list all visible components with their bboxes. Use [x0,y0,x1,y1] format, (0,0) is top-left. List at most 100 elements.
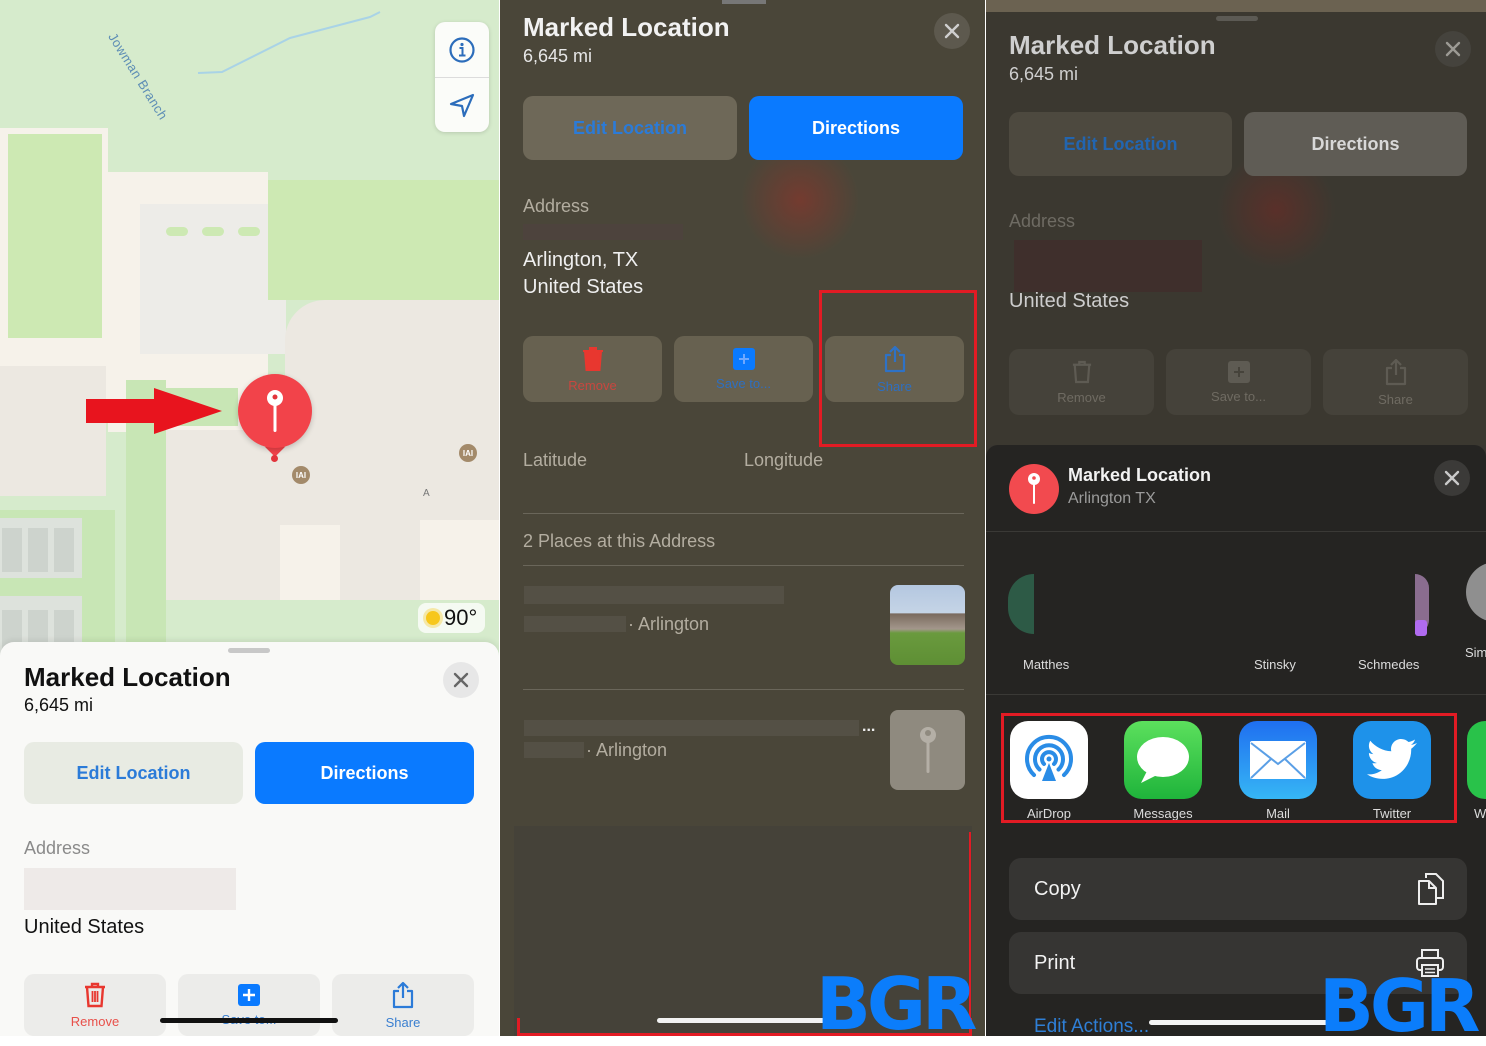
share-button[interactable]: Share [332,974,474,1036]
close-button[interactable] [1435,31,1471,67]
close-icon [453,672,469,688]
share-title: Marked Location [1068,465,1212,485]
pin-location-dot [271,455,278,462]
place-thumbnail [890,585,965,665]
more-ellipsis: ... [862,718,876,735]
plus-square-icon [1227,360,1250,383]
share-icon [392,981,414,1008]
edit-location-button[interactable]: Edit Location [24,742,243,804]
copy-icon [1418,873,1444,905]
plus-square-icon [238,983,260,1006]
whatsapp-app[interactable]: W [1466,721,1486,821]
redacted-address [24,868,236,910]
panel-place-details: Marked Location 6,645 mi Edit Location D… [500,0,985,1036]
close-icon [1445,41,1461,57]
weather-badge: 90° [418,603,486,633]
contact-avatar[interactable] [1008,574,1034,634]
contact-name: Sim [1465,645,1486,660]
sheet-grabber[interactable] [722,0,766,4]
save-to-button[interactable]: Save to... [1166,349,1311,415]
address-country: United States [523,276,644,298]
school-poi-icon[interactable]: IAI [459,444,477,462]
directions-button[interactable]: Directions [255,742,474,804]
map-controls [435,22,489,132]
redacted-place-name [524,720,859,736]
edit-location-button[interactable]: Edit Location [523,96,737,160]
poi-label: A [423,488,430,499]
share-button[interactable]: Share [1323,349,1468,415]
home-indicator[interactable] [160,1018,338,1023]
close-icon [1444,470,1460,486]
close-button[interactable] [443,662,479,698]
address-label: Address [1009,211,1076,231]
place-distance: 6,645 mi [24,695,94,715]
redacted-place-type [524,616,626,632]
home-indicator[interactable] [657,1018,827,1023]
separator [523,513,964,514]
longitude-label: Longitude [744,450,824,470]
bgr-watermark: BGR [816,962,977,1036]
trash-icon [1072,360,1091,383]
close-icon [944,23,960,39]
remove-button[interactable]: Remove [24,974,166,1036]
sheet-grabber[interactable] [228,648,270,653]
bgr-watermark: BGR [1319,964,1480,1036]
marked-location-pin[interactable] [238,374,312,448]
contact-avatar[interactable] [1466,562,1486,622]
place-distance: 6,645 mi [1009,64,1079,84]
latitude-label: Latitude [523,450,588,470]
address-label: Address [24,838,91,858]
redacted-address [1014,240,1202,292]
place-list-item[interactable]: · Arlington [524,580,965,680]
contact-name: Matthes [1023,657,1070,672]
copy-action[interactable]: Copy [1009,858,1467,920]
separator [523,565,964,566]
save-to-button[interactable]: Save to... [178,974,320,1036]
sheet-grabber[interactable] [1216,16,1258,21]
contact-name: Stinsky [1254,657,1296,672]
map-canvas[interactable]: Jowman Branch IAI IAI A 90° [0,0,499,660]
pin-icon [919,727,936,773]
place-distance: 6,645 mi [523,46,593,66]
trash-icon [85,982,105,1007]
trash-icon [582,346,603,371]
share-highlight-box [819,290,977,447]
info-button[interactable] [435,22,489,77]
messenger-badge-icon [1415,620,1427,636]
airdrop-contacts-row: Matthes Stinsky Schmedes Sim [986,531,1486,695]
apps-highlight-box [1001,713,1457,823]
close-button[interactable] [934,13,970,49]
home-indicator[interactable] [1149,1020,1329,1025]
info-icon [449,36,475,63]
close-share-button[interactable] [1434,460,1470,496]
school-poi-icon[interactable]: IAI [292,466,310,484]
dimmed-place-card: Marked Location 6,645 mi Edit Location D… [986,0,1486,445]
remove-button[interactable]: Remove [1009,349,1154,415]
address-country: United States [1009,290,1130,312]
directions-button[interactable]: Directions [749,96,963,160]
place-list-item[interactable]: ... · Arlington [524,706,965,796]
places-header[interactable]: 2 Places at this Address [523,531,715,552]
place-title: Marked Location [1009,30,1216,60]
contact-name: Schmedes [1358,657,1420,672]
map-strip [986,0,1486,12]
edit-location-button[interactable]: Edit Location [1009,112,1232,176]
address-label: Address [523,196,590,216]
place-title: Marked Location [523,12,730,42]
remove-button[interactable]: Remove [523,336,662,402]
directions-button[interactable]: Directions [1244,112,1467,176]
place-subtitle: · Arlington [586,740,668,760]
redacted-contacts [1036,560,1436,660]
current-location-button[interactable] [435,77,489,132]
share-icon [1385,358,1406,385]
redacted-place-name [524,586,784,604]
redacted-address-line [523,224,683,240]
place-thumbnail [890,710,965,790]
place-card-sheet: Marked Location 6,645 mi Edit Location D… [0,642,499,1036]
place-title: Marked Location [24,662,231,692]
share-subtitle: Arlington TX [1068,490,1156,507]
address-city: Arlington, TX [523,249,639,271]
edit-actions-link[interactable]: Edit Actions... [1034,1016,1149,1036]
save-to-button[interactable]: Save to... [674,336,813,402]
redacted-place-type [524,742,584,758]
